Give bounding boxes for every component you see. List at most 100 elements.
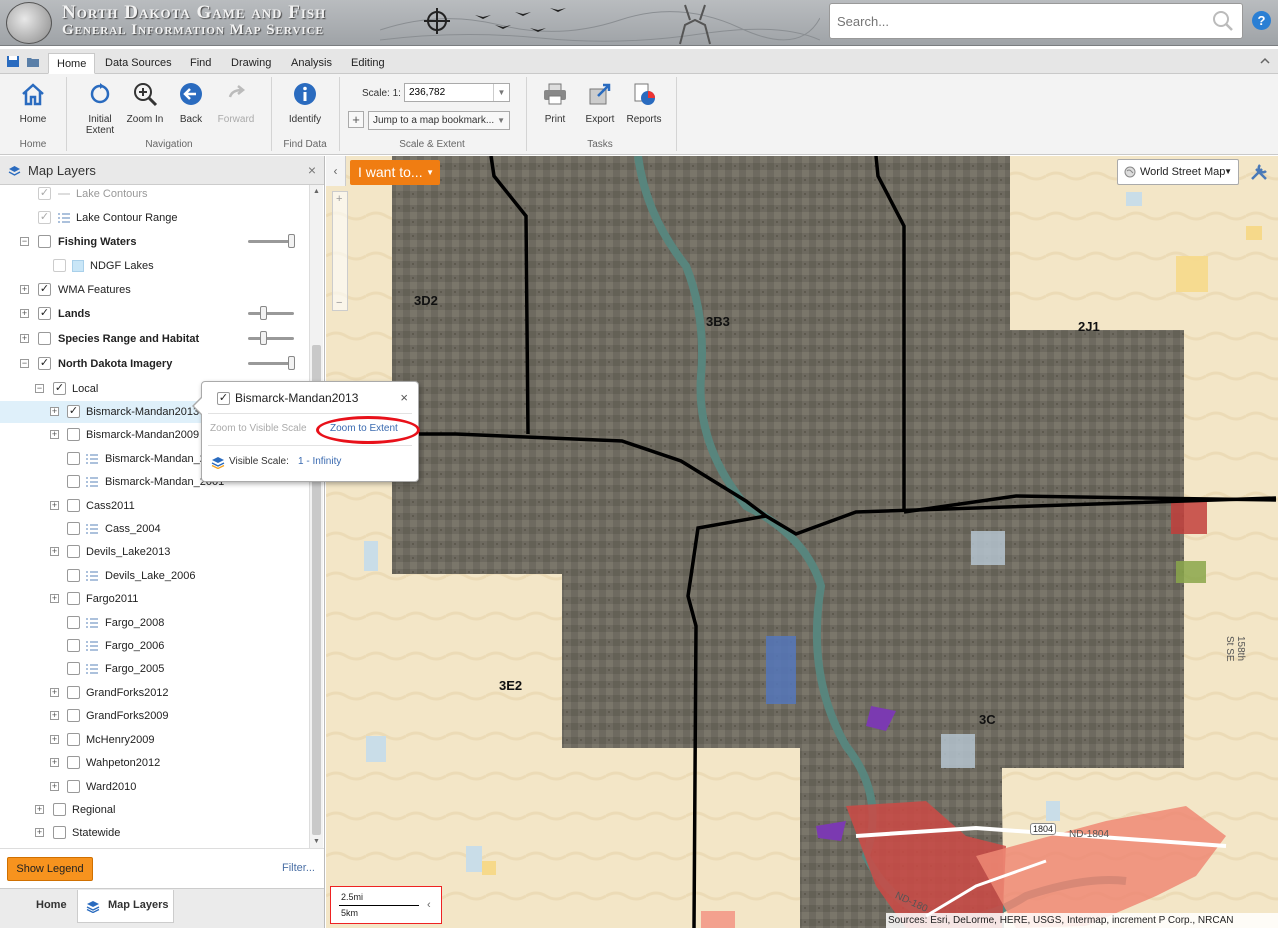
layer-row[interactable]: − Fishing Waters: [0, 231, 308, 253]
layer-checkbox[interactable]: [67, 733, 80, 746]
bookmark-select[interactable]: Jump to a map bookmark... ▼: [368, 111, 510, 130]
layer-row[interactable]: + GrandForks2012: [0, 682, 308, 704]
map-canvas[interactable]: [326, 156, 1278, 928]
home-button[interactable]: Home: [13, 81, 53, 125]
visible-scale-value[interactable]: 1 - Infinity: [298, 456, 341, 467]
layer-checkbox[interactable]: [38, 235, 51, 248]
tab-data-sources[interactable]: Data Sources: [97, 53, 180, 74]
layer-checkbox[interactable]: [53, 803, 66, 816]
layer-checkbox[interactable]: [53, 826, 66, 839]
expand-icon[interactable]: +: [50, 594, 59, 603]
opacity-slider[interactable]: [248, 306, 294, 320]
collapse-icon[interactable]: −: [20, 359, 29, 368]
search-icon[interactable]: [1212, 10, 1234, 32]
add-bookmark-button[interactable]: +: [348, 111, 364, 128]
layer-checkbox[interactable]: [67, 545, 80, 558]
layer-checkbox[interactable]: [38, 332, 51, 345]
scroll-down-icon[interactable]: ▼: [313, 838, 320, 845]
layer-checkbox[interactable]: [67, 686, 80, 699]
layer-row[interactable]: + Species Range and Habitat: [0, 328, 308, 350]
slider-handle[interactable]: [260, 306, 267, 320]
layer-row[interactable]: + McHenry2009: [0, 729, 308, 751]
layer-checkbox[interactable]: ✓: [38, 187, 51, 200]
layer-row[interactable]: + Statewide: [0, 822, 308, 844]
print-button[interactable]: Print: [538, 81, 572, 125]
tab-editing[interactable]: Editing: [343, 53, 393, 74]
layer-checkbox[interactable]: [67, 428, 80, 441]
tools-icon[interactable]: [1248, 161, 1272, 183]
zoom-out-icon[interactable]: −: [336, 297, 342, 309]
layer-checkbox[interactable]: [67, 452, 80, 465]
expand-icon[interactable]: +: [50, 547, 59, 556]
basemap-selector[interactable]: World Street Map ▼: [1117, 159, 1239, 185]
layer-row[interactable]: Fargo_2006: [0, 635, 308, 657]
search-input[interactable]: [830, 4, 1190, 38]
layer-row[interactable]: Fargo_2005: [0, 658, 308, 680]
layer-row[interactable]: + Cass2011: [0, 495, 308, 517]
layer-checkbox[interactable]: [67, 639, 80, 652]
filter-link[interactable]: Filter...: [282, 862, 315, 874]
slider-handle[interactable]: [288, 356, 295, 370]
layer-checkbox[interactable]: ✓: [38, 357, 51, 370]
expand-icon[interactable]: +: [50, 501, 59, 510]
help-icon[interactable]: ?: [1252, 11, 1271, 30]
layer-row[interactable]: + Wahpeton2012: [0, 752, 308, 774]
zoom-in-button[interactable]: Zoom In: [124, 81, 166, 125]
opacity-slider[interactable]: [248, 331, 294, 345]
layer-row[interactable]: Devils_Lake_2006: [0, 565, 308, 587]
close-icon[interactable]: ×: [400, 390, 408, 405]
scale-bar[interactable]: 2.5mi 5km ‹: [330, 886, 442, 924]
layer-row[interactable]: − ✓ North Dakota Imagery: [0, 353, 308, 375]
layer-row[interactable]: + Regional: [0, 799, 308, 821]
layer-row[interactable]: + ✓ WMA Features: [0, 279, 308, 301]
map-view[interactable]: ‹ I want to... ▼ + − World Street Map ▼ …: [326, 156, 1278, 928]
expand-icon[interactable]: +: [50, 711, 59, 720]
close-icon[interactable]: ×: [308, 162, 316, 178]
layer-row[interactable]: ✓ Lake Contour Range: [0, 207, 308, 229]
layer-checkbox[interactable]: ✓: [38, 307, 51, 320]
layer-checkbox[interactable]: [67, 592, 80, 605]
collapse-ribbon-icon[interactable]: [1260, 56, 1270, 66]
reports-button[interactable]: Reports: [624, 81, 664, 125]
zoom-slider[interactable]: + −: [332, 191, 348, 311]
tab-drawing[interactable]: Drawing: [223, 53, 279, 74]
layer-checkbox[interactable]: [67, 756, 80, 769]
expand-icon[interactable]: +: [20, 285, 29, 294]
tab-map-layers[interactable]: Map Layers: [77, 890, 174, 923]
chevron-down-icon[interactable]: ▼: [493, 84, 509, 101]
layer-checkbox[interactable]: [67, 780, 80, 793]
expand-icon[interactable]: +: [50, 407, 59, 416]
collapse-icon[interactable]: −: [35, 384, 44, 393]
folder-icon[interactable]: [26, 55, 40, 68]
layer-checkbox[interactable]: [67, 709, 80, 722]
layer-row[interactable]: + Ward2010: [0, 776, 308, 798]
expand-icon[interactable]: +: [50, 758, 59, 767]
export-button[interactable]: Export: [582, 81, 618, 125]
layer-row[interactable]: NDGF Lakes: [0, 255, 308, 277]
tab-find[interactable]: Find: [182, 53, 219, 74]
forward-button[interactable]: Forward: [214, 81, 258, 125]
expand-icon[interactable]: +: [50, 688, 59, 697]
layer-row[interactable]: Cass_2004: [0, 518, 308, 540]
zoom-visible-scale-link[interactable]: Zoom to Visible Scale: [210, 423, 307, 434]
layer-checkbox[interactable]: [67, 662, 80, 675]
expand-icon[interactable]: +: [20, 334, 29, 343]
layer-checkbox[interactable]: ✓: [67, 405, 80, 418]
expand-icon[interactable]: +: [50, 735, 59, 744]
layer-checkbox[interactable]: [67, 475, 80, 488]
layer-checkbox[interactable]: [53, 259, 66, 272]
tab-home-panel[interactable]: Home: [36, 899, 67, 911]
layer-tree-scrollbar[interactable]: ▲ ▼: [309, 185, 323, 848]
expand-icon[interactable]: +: [50, 430, 59, 439]
collapse-icon[interactable]: −: [20, 237, 29, 246]
slider-handle[interactable]: [260, 331, 267, 345]
opacity-slider[interactable]: [248, 356, 295, 370]
layer-checkbox[interactable]: ✓: [53, 382, 66, 395]
layer-visible-checkbox[interactable]: ✓: [217, 392, 230, 405]
layer-row[interactable]: Fargo_2008: [0, 612, 308, 634]
layer-checkbox[interactable]: ✓: [38, 283, 51, 296]
scroll-up-icon[interactable]: ▲: [313, 188, 320, 195]
identify-button[interactable]: Identify: [284, 81, 326, 125]
expand-icon[interactable]: +: [50, 782, 59, 791]
layer-row[interactable]: + Fargo2011: [0, 588, 308, 610]
